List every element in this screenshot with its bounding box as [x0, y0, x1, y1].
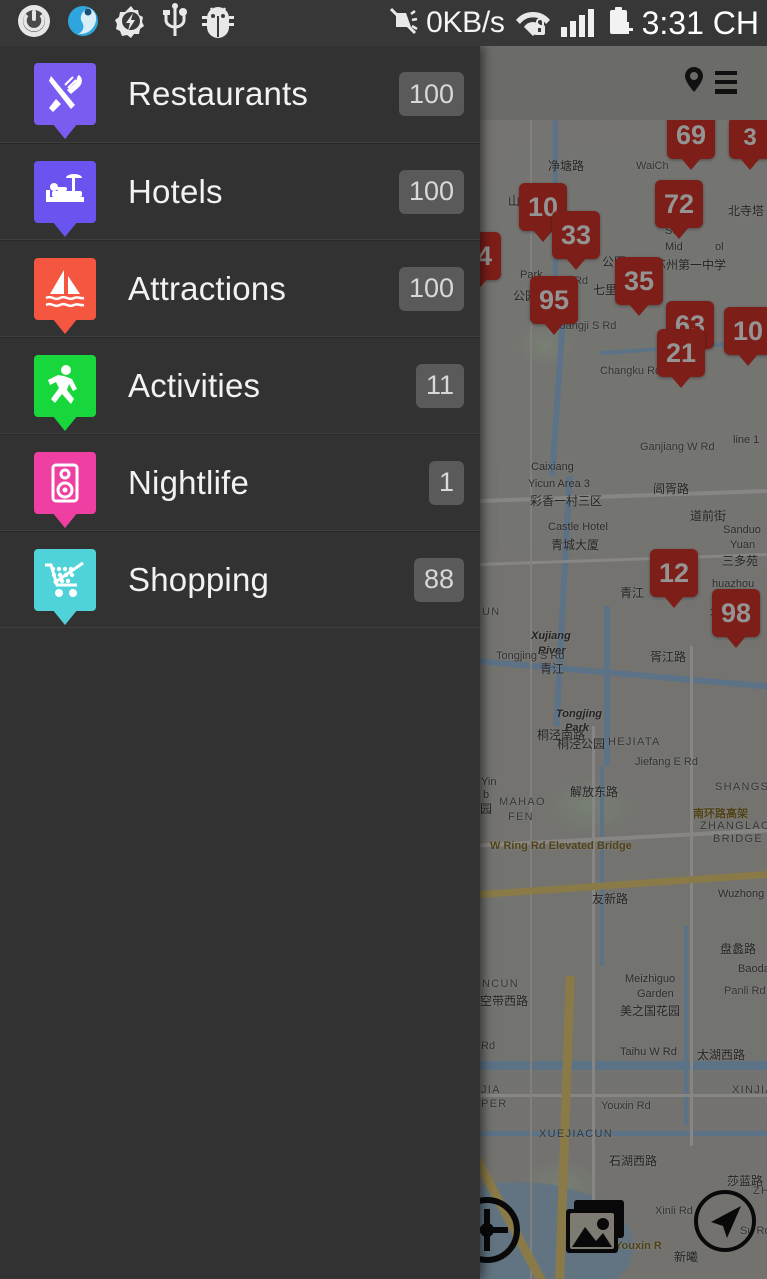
- restaurant-fork-knife-icon: [34, 63, 96, 125]
- drawer-item-label: Nightlife: [128, 463, 250, 501]
- cellular-signal-icon: [560, 9, 594, 37]
- drawer-item-count-badge: 11: [415, 363, 464, 408]
- drawer-item-count-badge: 100: [398, 72, 464, 116]
- drawer-item-label: Hotels: [128, 172, 223, 210]
- silent-bell-muted-icon: [387, 5, 419, 42]
- category-drawer: Restaurants 100 Hotels 100 Attractions 100 …: [0, 46, 480, 1279]
- drawer-item-count-badge: 1: [428, 460, 464, 505]
- drawer-item-label: Restaurants: [128, 75, 309, 112]
- drawer-item-label: Activities: [128, 366, 261, 404]
- gear-bolt-icon: [114, 4, 148, 43]
- drawer-item-activities[interactable]: Activities 11: [0, 337, 480, 434]
- drawer-item-count-badge: 88: [413, 557, 464, 602]
- shopping-cart-icon: [34, 548, 96, 611]
- drawer-item-restaurants[interactable]: Restaurants 100: [0, 46, 480, 143]
- drawer-item-count-badge: 100: [398, 266, 464, 311]
- phone-screen: Pingchanakan W Rd净塘路WaiCh山塘河北寺塔Park公园Suz…: [0, 0, 767, 1279]
- clock-label: 3:31 CH: [641, 4, 759, 41]
- status-bar-right: 0KB/s 3:31 CH: [387, 4, 767, 43]
- drawer-item-attractions[interactable]: Attractions 100: [0, 240, 480, 337]
- drawer-item-shopping[interactable]: Shopping 88: [0, 531, 480, 628]
- attraction-sailboat-icon: [34, 257, 96, 320]
- status-bar: 0KB/s 3:31 CH: [0, 0, 767, 46]
- status-bar-left-icons: [0, 2, 234, 44]
- drawer-item-label: Attractions: [128, 269, 287, 307]
- browser-globe-icon: [66, 4, 100, 43]
- android-debug-icon: [202, 4, 234, 43]
- wifi-locked-icon: [512, 5, 554, 42]
- nightlife-speaker-icon: [34, 451, 96, 514]
- drawer-item-count-badge: 100: [398, 169, 464, 214]
- activity-walking-icon: [34, 354, 96, 417]
- drawer-item-nightlife[interactable]: Nightlife 1: [0, 434, 480, 531]
- drawer-item-label: Shopping: [128, 560, 270, 598]
- drawer-item-hotels[interactable]: Hotels 100: [0, 143, 480, 240]
- battery-charging-icon: [601, 4, 635, 43]
- power-icon: [16, 3, 52, 44]
- usb-icon: [162, 2, 188, 44]
- network-speed-label: 0KB/s: [426, 6, 505, 39]
- hotel-bed-icon: [34, 160, 96, 223]
